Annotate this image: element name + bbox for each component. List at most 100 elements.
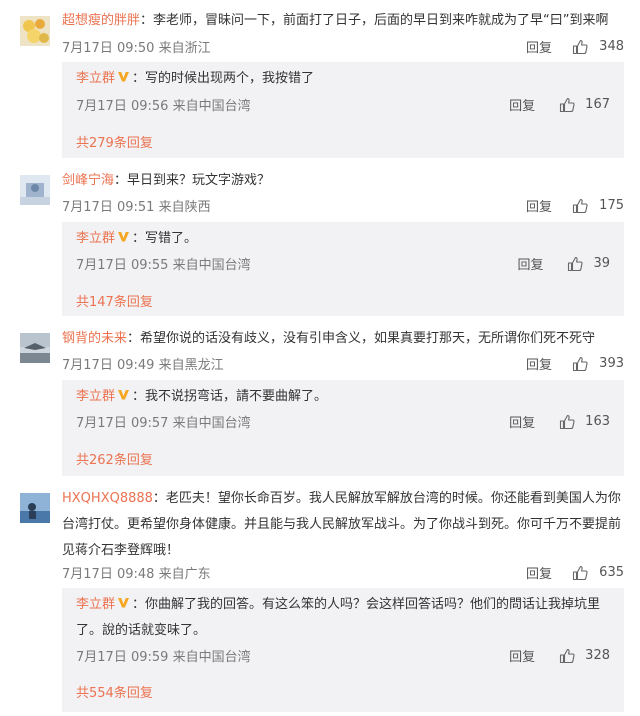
- location: 来自中国台湾: [172, 99, 251, 114]
- timestamp: 7月17日 09:56: [76, 99, 169, 114]
- username-link[interactable]: 钢背的未来: [62, 331, 127, 346]
- comment-meta: 7月17日 09:50 来自浙江: [62, 37, 211, 56]
- reply-body: ：我不说拐弯话，請不要曲解了。: [132, 389, 328, 404]
- verified-v-icon: [118, 598, 130, 608]
- timestamp: 7月17日 09:50: [62, 41, 155, 56]
- reply-meta: 7月17日 09:56 来自中国台湾: [76, 95, 251, 114]
- reply-box: 李立群 ：写错了。 7月17日 09:55 来自中国台湾 回复 39 共147条回…: [62, 222, 624, 316]
- avatar-image-icon: [20, 333, 50, 363]
- comment-text: 钢背的未来：希望你说的话没有歧义，没有引申含义，如果真要打那天，无所谓你们死不死…: [62, 326, 626, 352]
- location: 来自黑龙江: [158, 358, 224, 373]
- reply-username-link[interactable]: 李立群: [76, 231, 115, 246]
- thumbs-up-icon[interactable]: [572, 565, 588, 581]
- more-replies-link[interactable]: 共554条回复: [76, 682, 153, 701]
- avatar[interactable]: [20, 493, 50, 523]
- reply-box: 李立群 ：你曲解了我的回答。有这么笨的人吗？会这样回答话吗？他们的問话让我掉坑里 …: [62, 588, 624, 712]
- reply-text: 李立群 ：写的时候出现两个，我按错了: [76, 66, 610, 92]
- timestamp: 7月17日 09:57: [76, 416, 169, 431]
- reply-meta: 7月17日 09:59 来自中国台湾: [76, 646, 251, 665]
- reply-box: 李立群 ：写的时候出现两个，我按错了 7月17日 09:56 来自中国台湾 回复 …: [62, 62, 624, 158]
- comment-body-line-2: 台湾打仗。更希望你身体健康。并且能与我人民解放军战斗。为了你战斗到死。你可千万不…: [62, 517, 622, 532]
- reply-body-line-2: 了。說的话就变味了。: [76, 623, 207, 638]
- like-count: 328: [585, 648, 610, 663]
- timestamp: 7月17日 09:55: [76, 258, 169, 273]
- comment-text: HXQHXQ8888：老匹夫！望你长命百岁。我人民解放军解放台湾的时候。你还能看…: [62, 486, 626, 564]
- comment-text: 剑峰宁海：早日到来？玩文字游戏？: [62, 168, 626, 194]
- comment-body: ：希望你说的话没有歧义，没有引申含义，如果真要打那天，无所谓你们死不死守: [127, 331, 596, 346]
- reply-username-link[interactable]: 李立群: [76, 71, 115, 86]
- reply-button[interactable]: 回复: [526, 354, 552, 373]
- reply-meta: 7月17日 09:57 来自中国台湾: [76, 412, 251, 431]
- comment-actions: 回复 348: [526, 37, 624, 56]
- reply-button[interactable]: 回复: [509, 412, 535, 431]
- username-link[interactable]: 剑峰宁海: [62, 173, 114, 188]
- timestamp: 7月17日 09:49: [62, 358, 155, 373]
- like-count: 393: [599, 356, 624, 371]
- reply-button[interactable]: 回复: [526, 563, 552, 582]
- thumbs-up-icon[interactable]: [559, 648, 575, 664]
- verified-v-icon: [118, 72, 130, 82]
- comment-meta: 7月17日 09:48 来自广东: [62, 563, 211, 582]
- reply-actions: 回复 39: [517, 254, 610, 273]
- thumbs-up-icon[interactable]: [572, 198, 588, 214]
- like-count: 163: [585, 414, 610, 429]
- username-link[interactable]: HXQHXQ8888: [62, 491, 153, 506]
- avatar-image-icon: [20, 16, 50, 46]
- reply-button[interactable]: 回复: [517, 254, 543, 273]
- comment-actions: 回复 635: [526, 563, 624, 582]
- reply-body-line-1: ：你曲解了我的回答。有这么笨的人吗？会这样回答话吗？他们的問话让我掉坑里: [132, 597, 601, 612]
- comment-body: ：李老师，冒昧问一下，前面打了日子，后面的早日到来咋就成为了早“曰”到来啊: [140, 13, 609, 28]
- reply-actions: 回复 328: [509, 646, 610, 665]
- reply-text: 李立群 ：写错了。: [76, 226, 610, 252]
- location: 来自中国台湾: [172, 416, 251, 431]
- comment-meta: 7月17日 09:49 来自黑龙江: [62, 354, 224, 373]
- like-count: 39: [593, 256, 610, 271]
- reply-actions: 回复 163: [509, 412, 610, 431]
- reply-username-link[interactable]: 李立群: [76, 389, 115, 404]
- more-replies-link[interactable]: 共147条回复: [76, 291, 153, 310]
- username-link[interactable]: 超想瘦的胖胖: [62, 13, 140, 28]
- thumbs-up-icon[interactable]: [559, 97, 575, 113]
- timestamp: 7月17日 09:48: [62, 567, 155, 582]
- reply-actions: 回复 167: [509, 95, 610, 114]
- more-replies-link[interactable]: 共279条回复: [76, 132, 153, 151]
- reply-box: 李立群 ：我不说拐弯话，請不要曲解了。 7月17日 09:57 来自中国台湾 回复…: [62, 380, 624, 476]
- avatar[interactable]: [20, 175, 50, 205]
- location: 来自广东: [158, 567, 211, 582]
- reply-text: 李立群 ：你曲解了我的回答。有这么笨的人吗？会这样回答话吗？他们的問话让我掉坑里 …: [76, 592, 610, 644]
- reply-button[interactable]: 回复: [509, 95, 535, 114]
- timestamp: 7月17日 09:51: [62, 200, 155, 215]
- reply-text: 李立群 ：我不说拐弯话，請不要曲解了。: [76, 384, 610, 410]
- timestamp: 7月17日 09:59: [76, 650, 169, 665]
- reply-body: ：写错了。: [132, 231, 198, 246]
- location: 来自中国台湾: [172, 650, 251, 665]
- like-count: 635: [599, 565, 624, 580]
- avatar[interactable]: [20, 333, 50, 363]
- thumbs-up-icon[interactable]: [567, 256, 584, 272]
- verified-v-icon: [118, 390, 130, 400]
- like-count: 348: [599, 39, 624, 54]
- comment-meta: 7月17日 09:51 来自陕西: [62, 196, 211, 215]
- reply-button[interactable]: 回复: [509, 646, 535, 665]
- comment-text: 超想瘦的胖胖：李老师，冒昧问一下，前面打了日子，后面的早日到来咋就成为了早“曰”…: [62, 8, 626, 34]
- reply-username-link[interactable]: 李立群: [76, 597, 115, 612]
- location: 来自陕西: [158, 200, 211, 215]
- location: 来自浙江: [158, 41, 211, 56]
- reply-body: ：写的时候出现两个，我按错了: [132, 71, 315, 86]
- like-count: 175: [599, 198, 624, 213]
- thumbs-up-icon[interactable]: [572, 356, 588, 372]
- like-count: 167: [585, 97, 610, 112]
- comment-body-line-1: ：老匹夫！望你长命百岁。我人民解放军解放台湾的时候。你还能看到美国人为你: [152, 491, 621, 506]
- avatar-image-icon: [20, 493, 50, 523]
- reply-button[interactable]: 回复: [526, 196, 552, 215]
- thumbs-up-icon[interactable]: [559, 414, 575, 430]
- thumbs-up-icon[interactable]: [572, 39, 588, 55]
- avatar[interactable]: [20, 16, 50, 46]
- location: 来自中国台湾: [172, 258, 251, 273]
- avatar-image-icon: [20, 175, 50, 205]
- reply-meta: 7月17日 09:55 来自中国台湾: [76, 254, 251, 273]
- comment-actions: 回复 175: [526, 196, 624, 215]
- more-replies-link[interactable]: 共262条回复: [76, 449, 153, 468]
- comment-body: ：早日到来？玩文字游戏？: [114, 173, 271, 188]
- reply-button[interactable]: 回复: [526, 37, 552, 56]
